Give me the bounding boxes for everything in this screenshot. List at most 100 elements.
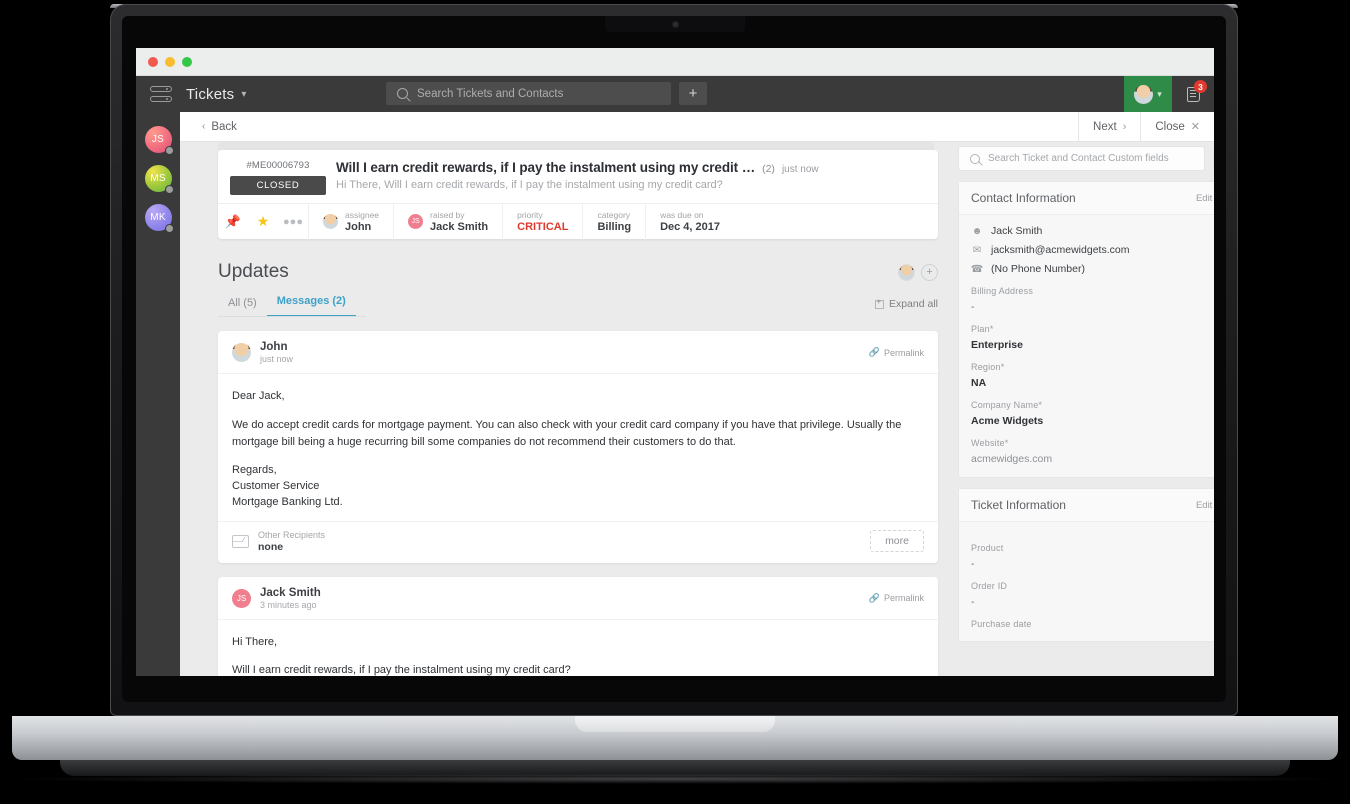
rail-avatar-js[interactable]: JS — [144, 126, 174, 155]
list-icon[interactable] — [150, 86, 172, 102]
phone-icon: ☎ — [970, 263, 984, 275]
field-label: Company Name* — [971, 400, 1043, 410]
ticket-message-count: (2) — [762, 163, 775, 175]
person-icon: ☻ — [971, 225, 983, 237]
more-icon[interactable]: ●●● — [278, 216, 308, 228]
meta-value: CRITICAL — [517, 221, 569, 233]
nav-title[interactable]: Tickets — [186, 86, 234, 103]
tab-messages[interactable]: Messages (2) — [266, 295, 356, 317]
window-minimize-button[interactable] — [165, 56, 175, 67]
message-paragraph: Dear Jack, — [232, 390, 285, 402]
panel-body: ☻ Jack Smith ✉ jacksmith@acmewidgets.com… — [959, 215, 1214, 477]
requester-avatar: JS — [408, 214, 424, 229]
message-body: Hi There, Will I earn credit rewards, if… — [218, 620, 938, 676]
edit-all-button[interactable]: Edit All — [1196, 193, 1214, 204]
field-company-name: Company Name* Acme Widgets — [971, 400, 1214, 427]
field-value[interactable]: acmewidges.com — [971, 453, 1214, 465]
page-title: Updates — [218, 261, 289, 282]
star-icon[interactable]: ★ — [248, 213, 278, 230]
message-footer: Other Recipients none more — [218, 520, 938, 563]
ticket-preview: Hi There, Will I earn credit rewards, if… — [336, 179, 723, 191]
message-time: just now — [260, 354, 294, 364]
message-body: Dear Jack, We do accept credit cards for… — [218, 374, 938, 521]
contact-name-row: ☻ Jack Smith — [971, 225, 1214, 237]
ticket-title[interactable]: Will I earn credit rewards, if I pay the… — [336, 160, 755, 175]
ticket-action-icons: 📌 ★ ●●● — [218, 213, 308, 230]
ticket-meta-row: 📌 ★ ●●● assignee John JS raised by Jack … — [218, 203, 938, 240]
side-panel-search: Search Ticket and Contact Custom fields — [958, 146, 1214, 171]
tab-underline — [218, 316, 366, 317]
user-menu-button[interactable]: ▾ — [1124, 76, 1172, 112]
back-button[interactable]: ‹ Back — [202, 121, 237, 133]
status-dot — [164, 185, 174, 194]
main-column: #ME00006793 CLOSED Will I earn credit re… — [218, 142, 938, 676]
avatar: JS — [232, 588, 251, 608]
user-avatar — [1134, 84, 1154, 104]
permalink-label: Permalink — [883, 593, 924, 604]
panel-header: Ticket Information Edit All — [959, 489, 1214, 522]
updates-header-actions: + — [898, 263, 938, 281]
meta-raised-by[interactable]: JS raised by Jack Smith — [393, 203, 502, 240]
field-purchase-date: Purchase date — [971, 619, 1214, 629]
custom-fields-search-input[interactable]: Search Ticket and Contact Custom fields — [958, 146, 1205, 171]
meta-label: assignee — [345, 210, 380, 220]
ticket-summary-main: Will I earn credit rewards, if I pay the… — [326, 160, 926, 195]
edit-all-button[interactable]: Edit All — [1196, 500, 1214, 511]
permalink-link[interactable]: 🔗 Permalink — [869, 593, 924, 604]
updates-avatar[interactable] — [898, 263, 915, 281]
next-button[interactable]: Next › — [1078, 111, 1140, 142]
message-signature-line: Customer Service — [232, 480, 320, 493]
status-dot — [164, 224, 174, 233]
permalink-label: Permalink — [883, 347, 924, 358]
message-paragraph: We do accept credit cards for mortgage p… — [232, 419, 902, 449]
search-icon — [397, 88, 408, 99]
expand-all-button[interactable]: Expand all — [874, 297, 938, 317]
field-plan: Plan* Enterprise — [971, 324, 1214, 351]
close-icon: ✕ — [1190, 121, 1200, 133]
message-paragraph: Will I earn credit rewards, if I pay the… — [232, 664, 571, 676]
rail-avatar-ms[interactable]: MS — [144, 165, 174, 194]
pin-icon[interactable]: 📌 — [218, 214, 248, 230]
close-label: Close — [1155, 120, 1185, 133]
message-card: JS Jack Smith 3 minutes ago 🔗 Permalink … — [218, 576, 938, 676]
laptop-base-notch — [575, 716, 775, 732]
message-author: Jack Smith — [260, 586, 321, 599]
meta-priority[interactable]: priority CRITICAL — [502, 203, 582, 240]
meta-assignee[interactable]: assignee John — [308, 203, 393, 240]
window-maximize-button[interactable] — [182, 56, 192, 67]
add-update-button[interactable]: + — [921, 263, 938, 281]
meta-value: Jack Smith — [430, 221, 489, 233]
close-button[interactable]: Close ✕ — [1140, 111, 1214, 142]
panel-header: Contact Information Edit All — [959, 182, 1214, 215]
meta-category[interactable]: category Billing — [582, 203, 645, 240]
more-button[interactable]: more — [870, 530, 924, 553]
meta-due-date[interactable]: was due on Dec 4, 2017 — [645, 203, 734, 240]
updates-tabs: All (5) Messages (2) Expand all — [218, 295, 938, 317]
meta-label: category — [597, 210, 631, 220]
message-signature-line: Mortgage Banking Ltd. — [232, 496, 343, 509]
tab-all[interactable]: All (5) — [218, 297, 267, 317]
contact-phone-row: ☎ (No Phone Number) — [971, 263, 1214, 275]
fields-book-button[interactable] — [1213, 146, 1214, 171]
contact-email[interactable]: jacksmith@acmewidgets.com — [991, 244, 1129, 256]
side-panel: Search Ticket and Contact Custom fields … — [958, 146, 1214, 642]
search-input[interactable]: Search Tickets and Contacts — [386, 82, 671, 105]
news-button[interactable]: 3 — [1172, 76, 1214, 112]
app-top-nav: Tickets ▾ Search Tickets and Contacts + … — [136, 76, 1214, 112]
add-button[interactable]: + — [679, 82, 707, 105]
expand-all-label: Expand all — [888, 298, 938, 310]
meta-value: John — [345, 221, 372, 233]
expand-icon — [874, 297, 884, 309]
permalink-link[interactable]: 🔗 Permalink — [869, 347, 924, 358]
notification-badge: 3 — [1194, 80, 1207, 93]
window-close-button[interactable] — [148, 56, 158, 67]
contact-email-row: ✉ jacksmith@acmewidgets.com — [971, 244, 1214, 256]
message-card: John just now 🔗 Permalink Dear Jack, We … — [218, 331, 938, 563]
field-region: Region* NA — [971, 362, 1214, 389]
recipients-value: none — [258, 540, 284, 553]
rail-avatar-initials: JS — [151, 134, 165, 145]
chevron-left-icon: ‹ — [202, 121, 206, 132]
chevron-down-icon[interactable]: ▾ — [241, 89, 246, 100]
rail-avatar-mk[interactable]: MK — [144, 204, 174, 233]
ticket-information-panel: Ticket Information Edit All Product - Or… — [958, 488, 1214, 642]
